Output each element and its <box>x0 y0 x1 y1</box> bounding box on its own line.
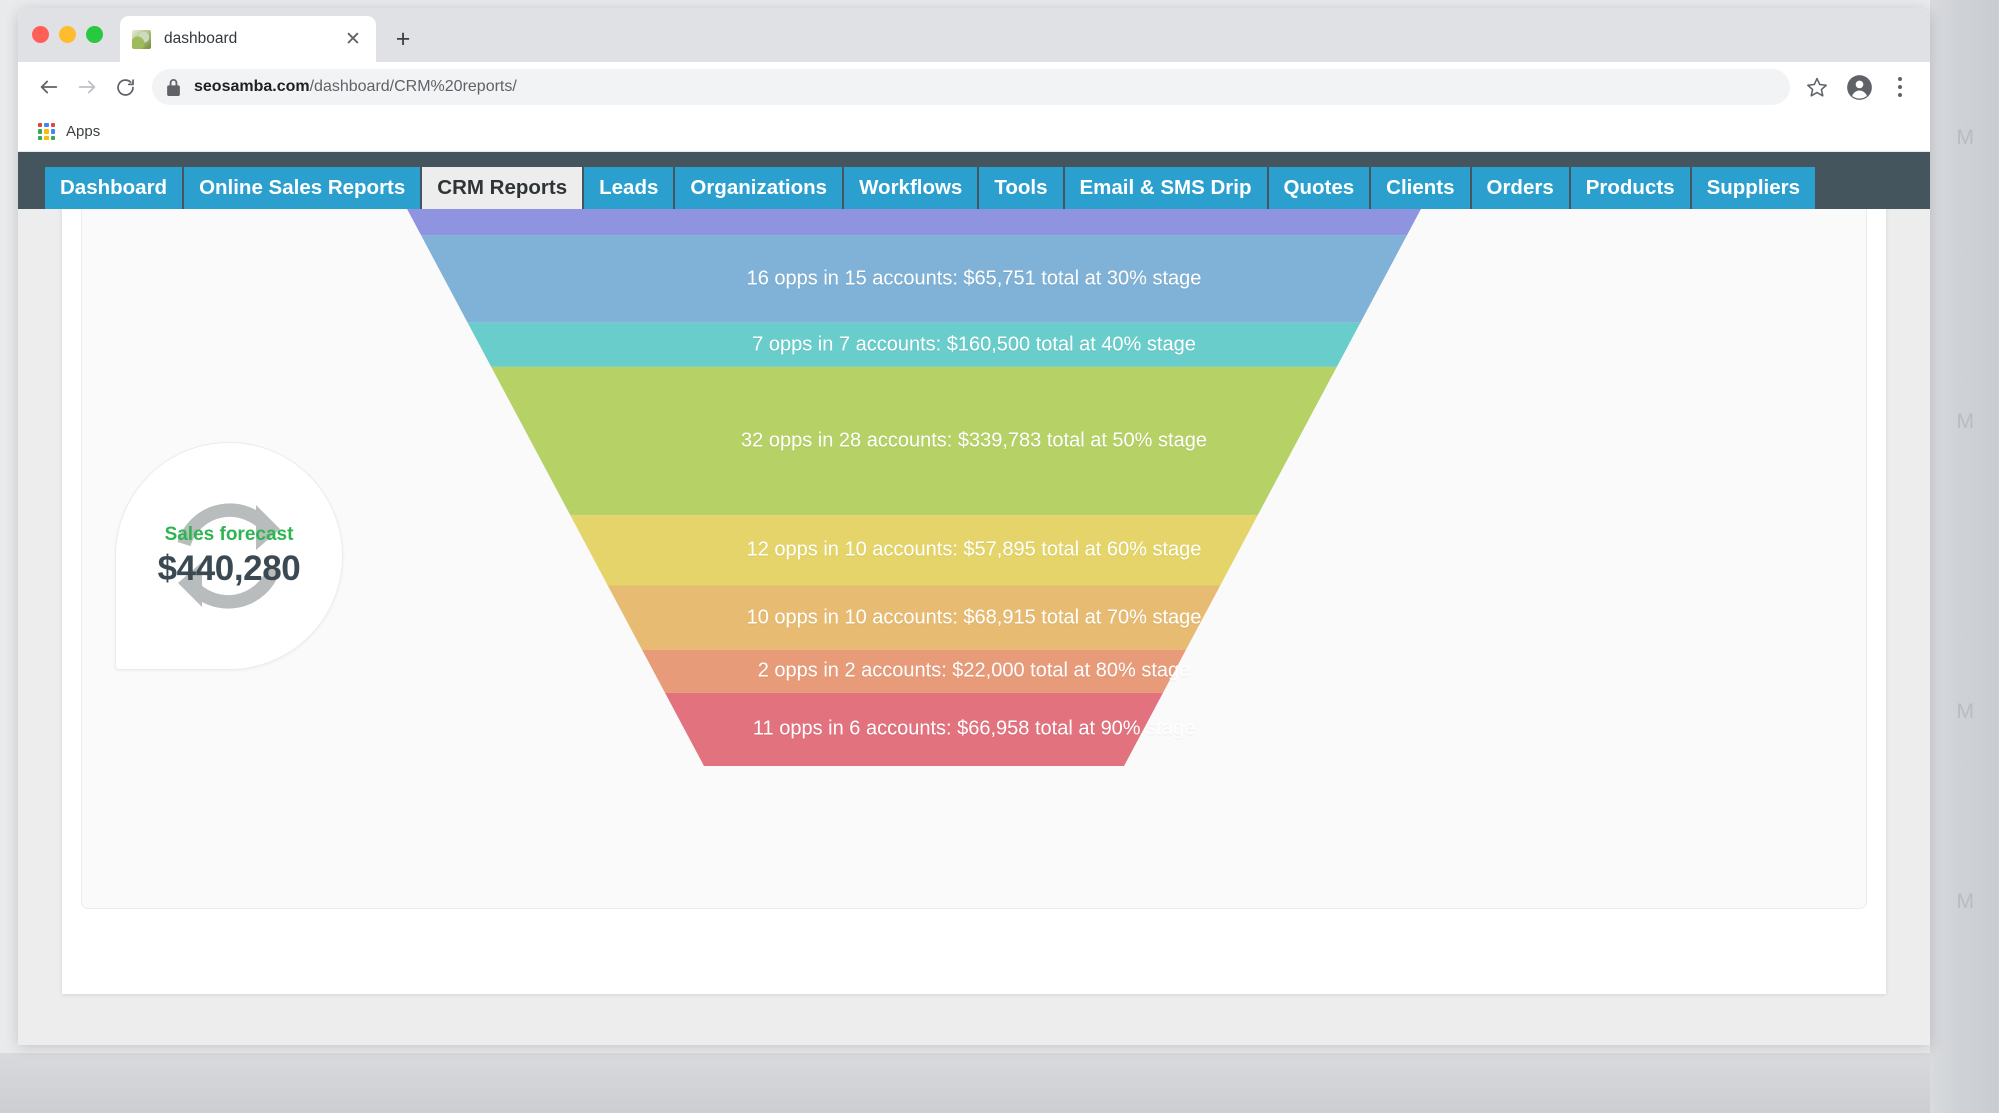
nav-tab-workflows[interactable]: Workflows <box>844 167 980 209</box>
bookmark-apps-label: Apps <box>66 123 101 140</box>
new-tab-button[interactable]: + <box>390 26 416 52</box>
nav-tab-tools[interactable]: Tools <box>979 167 1065 209</box>
nav-tab-products[interactable]: Products <box>1570 167 1692 209</box>
apps-grid-cell <box>44 123 49 128</box>
site-favicon-icon <box>132 29 151 49</box>
url-text: seosamba.com/dashboard/CRM%20reports/ <box>194 78 517 96</box>
menu-dot <box>1898 77 1902 81</box>
apps-grid-cell <box>38 135 43 140</box>
url-path: /dashboard/CRM%20reports/ <box>309 78 517 95</box>
star-icon[interactable] <box>1800 70 1834 104</box>
close-tab-icon[interactable]: ✕ <box>342 28 364 50</box>
back-arrow-icon[interactable] <box>30 68 68 106</box>
background-glyph: M <box>1956 410 1974 433</box>
minimize-window-button[interactable] <box>59 26 76 43</box>
profile-avatar-icon[interactable] <box>1844 72 1874 102</box>
funnel-stage-label-30: 16 opps in 15 accounts: $65,751 total at… <box>746 267 1202 290</box>
apps-grid-cell <box>50 129 55 134</box>
funnel-stage-label-70: 10 opps in 10 accounts: $68,915 total at… <box>746 606 1202 629</box>
zoom-window-button[interactable] <box>86 26 103 43</box>
background-glyph: M <box>1956 700 1974 723</box>
funnel-stage-label-60: 12 opps in 10 accounts: $57,895 total at… <box>746 538 1202 561</box>
background-glyph: M <box>1956 890 1974 913</box>
background-window-edge: M M M M <box>1930 0 1999 1113</box>
address-bar[interactable]: seosamba.com/dashboard/CRM%20reports/ <box>152 69 1790 105</box>
apps-grid-cell <box>50 135 55 140</box>
nav-tab-clients[interactable]: Clients <box>1371 167 1472 209</box>
sales-forecast-title: Sales forecast <box>164 523 294 545</box>
page-viewport: 22 opps in 21 accounts: $119,122 total a… <box>18 152 1930 1045</box>
forward-arrow-icon[interactable] <box>68 68 106 106</box>
nav-tab-leads[interactable]: Leads <box>584 167 676 209</box>
funnel-svg <box>376 152 1452 766</box>
funnel-stage-label-50: 32 opps in 28 accounts: $339,783 total a… <box>741 429 1207 452</box>
menu-dot <box>1898 85 1902 89</box>
bookmark-apps[interactable]: Apps <box>32 119 106 144</box>
tab-title: dashboard <box>164 30 238 47</box>
browser-toolbar: seosamba.com/dashboard/CRM%20reports/ <box>18 62 1930 112</box>
apps-grid-cell <box>38 123 43 128</box>
window-controls <box>32 26 103 43</box>
apps-grid-cell <box>50 123 55 128</box>
apps-grid-cell <box>44 135 49 140</box>
sales-forecast-value: $440,280 <box>157 548 301 588</box>
nav-tab-quotes[interactable]: Quotes <box>1268 167 1372 209</box>
reload-icon[interactable] <box>106 68 144 106</box>
apps-grid-icon <box>38 123 55 140</box>
nav-tab-email-sms-drip[interactable]: Email & SMS Drip <box>1064 167 1269 209</box>
page-scroll-area: 22 opps in 21 accounts: $119,122 total a… <box>18 152 1930 1045</box>
app-navigation-bar: Dashboard Online Sales Reports CRM Reports… <box>18 152 1930 209</box>
background-window-strip <box>0 1053 1930 1113</box>
lock-icon <box>166 78 181 96</box>
three-dot-menu-icon[interactable] <box>1888 70 1912 104</box>
browser-tab-strip: dashboard ✕ + <box>18 8 1930 62</box>
nav-tab-crm-reports[interactable]: CRM Reports <box>422 167 585 209</box>
browser-tab[interactable]: dashboard ✕ <box>120 16 376 62</box>
background-glyph: M <box>1956 126 1974 149</box>
sales-forecast-badge[interactable]: Sales forecast $440,280 <box>115 442 343 670</box>
close-window-button[interactable] <box>32 26 49 43</box>
funnel-stage-label-40: 7 opps in 7 accounts: $160,500 total at … <box>752 333 1196 356</box>
url-domain: seosamba.com <box>194 78 310 95</box>
apps-grid-cell <box>44 129 49 134</box>
nav-tab-suppliers[interactable]: Suppliers <box>1691 167 1818 209</box>
crm-funnel-panel: 22 opps in 21 accounts: $119,122 total a… <box>81 152 1867 909</box>
menu-dot <box>1898 93 1902 97</box>
funnel-stage-label-90: 11 opps in 6 accounts: $66,958 total at … <box>752 717 1196 740</box>
nav-tab-orders[interactable]: Orders <box>1471 167 1571 209</box>
bookmarks-bar: Apps <box>18 112 1930 152</box>
browser-window: dashboard ✕ + seosamba.com/dashboard/CRM… <box>18 8 1930 1045</box>
content-card: 22 opps in 21 accounts: $119,122 total a… <box>62 152 1886 994</box>
funnel-stage-label-80: 2 opps in 2 accounts: $22,000 total at 8… <box>757 659 1191 682</box>
sales-funnel-chart: 22 opps in 21 accounts: $119,122 total a… <box>82 152 1866 908</box>
nav-tab-dashboard[interactable]: Dashboard <box>45 167 185 209</box>
apps-grid-cell <box>38 129 43 134</box>
nav-tab-organizations[interactable]: Organizations <box>675 167 845 209</box>
nav-tab-online-sales-reports[interactable]: Online Sales Reports <box>184 167 423 209</box>
